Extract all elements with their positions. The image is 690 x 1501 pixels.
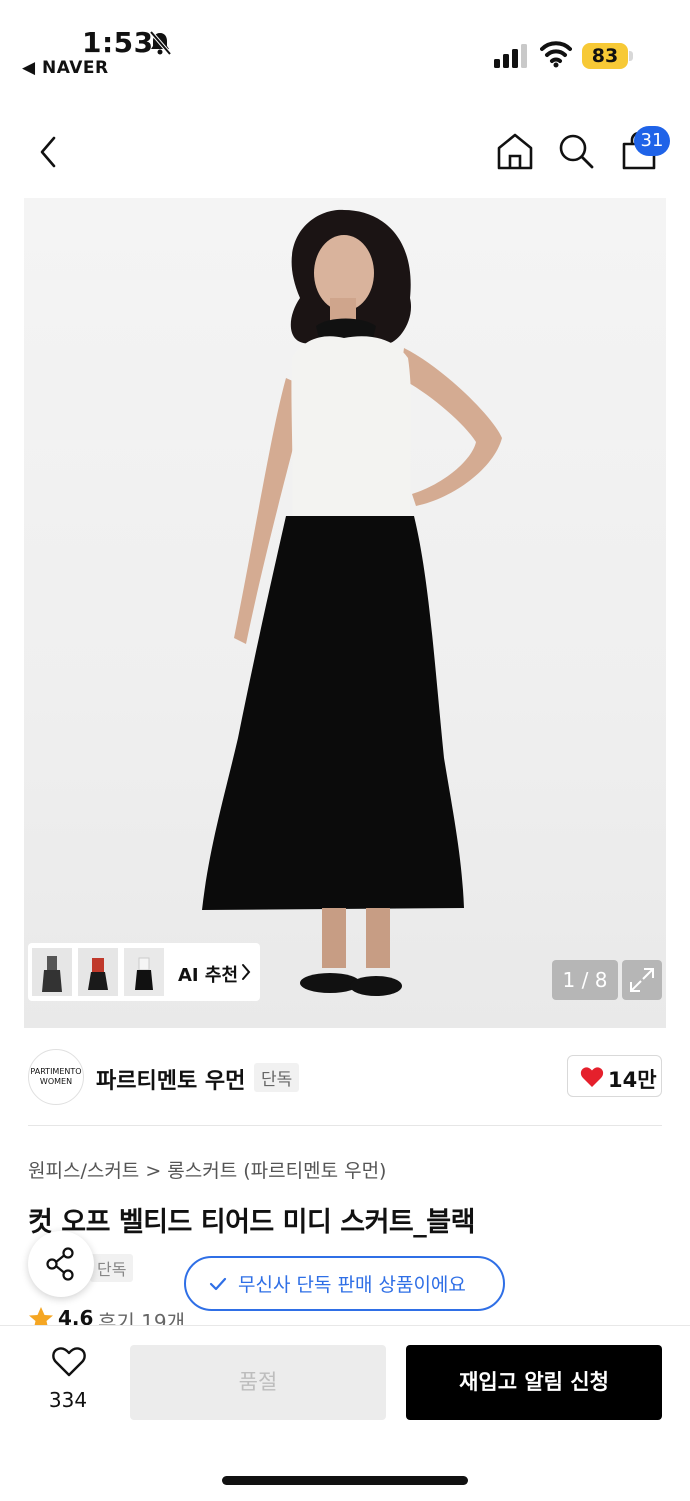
battery-level: 83	[582, 43, 628, 69]
ai-recommend-label: AI 추천	[178, 965, 239, 986]
back-button[interactable]	[34, 132, 66, 172]
ai-thumb-1	[32, 948, 72, 996]
chevron-right-icon	[242, 964, 251, 980]
star-icon	[29, 1307, 53, 1326]
product-image[interactable]	[24, 198, 666, 1028]
brand-logo-line1: PARTIMENTO	[30, 1067, 82, 1076]
model-photo	[202, 209, 502, 996]
rating-value: 4.6	[58, 1306, 94, 1326]
bell-muted-icon	[149, 30, 172, 56]
home-indicator[interactable]	[222, 1476, 468, 1485]
soldout-button[interactable]: 품절	[130, 1345, 386, 1420]
divider	[28, 1125, 662, 1126]
status-time: 1:53	[82, 26, 154, 59]
brand-like-count: 14만	[608, 1068, 657, 1092]
ai-thumb-3	[124, 948, 164, 996]
product-exclusive-badge: 단독	[90, 1254, 134, 1282]
restock-alert-button[interactable]: 재입고 알림 신청	[406, 1345, 662, 1420]
brand-like-button[interactable]: 14만	[567, 1055, 662, 1097]
category-breadcrumb[interactable]: 원피스/스커트 > 롱스커트 (파르티멘토 우먼)	[28, 1156, 386, 1183]
rating-row[interactable]: 4.6 후기 19개	[28, 1306, 228, 1326]
cart-count-badge: 31	[634, 126, 670, 156]
review-count: 후기 19개	[98, 1310, 186, 1326]
wishlist-count: 334	[48, 1388, 88, 1412]
heart-filled-icon	[580, 1067, 604, 1087]
share-button[interactable]	[28, 1231, 94, 1297]
exclusive-notice-pill: 무신사 단독 판매 상품이에요	[184, 1256, 505, 1311]
wishlist-button[interactable]: 334	[36, 1346, 100, 1416]
brand-name[interactable]: 파르티멘토 우먼	[96, 1063, 245, 1095]
search-icon[interactable]	[556, 130, 596, 172]
check-icon	[209, 1277, 227, 1291]
brand-logo[interactable]: PARTIMENTO WOMEN	[28, 1049, 84, 1105]
home-icon[interactable]	[494, 130, 536, 172]
expand-icon[interactable]	[622, 960, 662, 1000]
wifi-icon	[540, 41, 572, 68]
image-counter: 1 / 8	[552, 960, 618, 1000]
heart-outline-icon	[52, 1347, 86, 1377]
brand-exclusive-badge: 단독	[254, 1063, 300, 1092]
battery-cap	[629, 51, 633, 61]
ai-thumb-2	[78, 948, 118, 996]
cellular-signal-icon	[494, 44, 527, 68]
product-title: 컷 오프 벨티드 티어드 미디 스커트_블랙	[28, 1207, 475, 1238]
brand-logo-line2: WOMEN	[39, 1077, 73, 1086]
back-to-app-link[interactable]: ◀ NAVER	[22, 58, 109, 78]
exclusive-notice-text: 무신사 단독 판매 상품이에요	[238, 1274, 466, 1296]
